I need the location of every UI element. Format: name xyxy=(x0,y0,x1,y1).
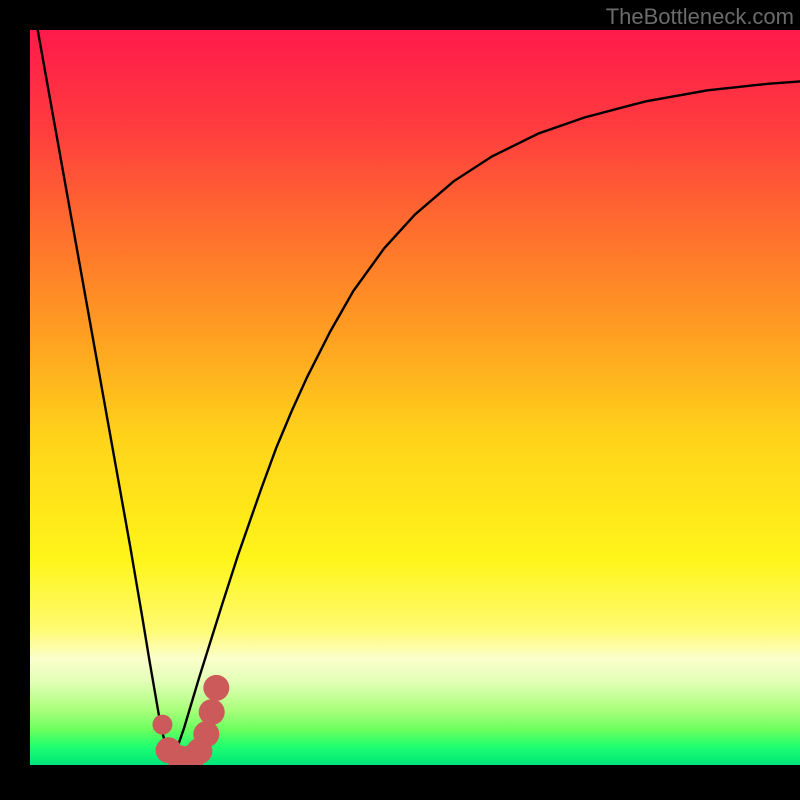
watermark-text: TheBottleneck.com xyxy=(606,4,794,30)
marker-dot xyxy=(193,721,219,747)
chart-frame: TheBottleneck.com xyxy=(0,0,800,800)
plot-area xyxy=(30,30,800,765)
background-gradient xyxy=(30,30,800,765)
marker-dot xyxy=(203,675,229,701)
marker-dot xyxy=(152,715,172,735)
marker-dot xyxy=(199,699,225,725)
chart-svg xyxy=(30,30,800,765)
